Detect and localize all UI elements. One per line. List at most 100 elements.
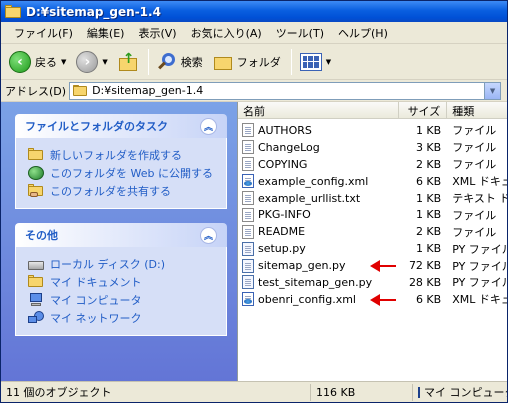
search-button[interactable]: 検索 [153, 47, 207, 77]
back-arrow-icon: ‹ [9, 50, 31, 73]
file-row[interactable]: ChangeLog 3 KB ファイル [238, 139, 507, 156]
file-row[interactable]: PKG-INFO 1 KB ファイル [238, 206, 507, 223]
file-row[interactable]: setup.py 1 KB PY ファイル [238, 240, 507, 257]
file-name-cell: README [238, 224, 399, 239]
toolbar: ‹ 戻る ▼ › ▼ ↑ 検索 フォルダ ▼ [1, 44, 507, 80]
panel-title: その他 [25, 229, 58, 242]
file-name-cell: setup.py [238, 241, 399, 256]
file-name-cell: example_config.xml [238, 174, 399, 189]
menu-view[interactable]: 表示(V) [131, 25, 183, 41]
file-folder-tasks-header[interactable]: ファイルとフォルダのタスク ︽ [15, 114, 227, 138]
views-button[interactable]: ▼ [296, 47, 335, 77]
folders-label: フォルダ [236, 55, 281, 69]
file-size: 3 KB [415, 140, 442, 154]
file-row[interactable]: AUTHORS 1 KB ファイル [238, 122, 507, 139]
python-file-icon [242, 275, 254, 290]
file-folder-tasks-panel: ファイルとフォルダのタスク ︽ 新しいフォルダを作成する このフォルダを Web… [15, 114, 227, 209]
file-row[interactable]: COPYING 2 KB ファイル [238, 156, 507, 173]
file-name-cell: test_sitemap_gen.py [238, 275, 399, 290]
text-file-icon [242, 224, 254, 239]
forward-arrow-icon: › [76, 50, 99, 73]
python-file-icon [242, 241, 254, 256]
task-label: このフォルダを共有する [50, 184, 171, 198]
annotation-arrow [370, 294, 396, 306]
text-file-icon [242, 140, 254, 155]
panel-title: ファイルとフォルダのタスク [25, 120, 168, 133]
place-my-network[interactable]: マイ ネットワーク [28, 309, 218, 326]
file-row[interactable]: README 2 KB ファイル [238, 223, 507, 240]
views-icon [299, 52, 322, 71]
other-places-header[interactable]: その他 ︽ [15, 223, 227, 247]
chevron-down-icon[interactable]: ▼ [61, 58, 66, 66]
python-file-icon [242, 258, 254, 273]
place-my-documents[interactable]: マイ ドキュメント [28, 273, 218, 290]
toolbar-separator [290, 48, 292, 75]
file-size: 28 KB [408, 275, 442, 289]
file-type: PY ファイル [452, 259, 507, 273]
address-input[interactable]: D:¥sitemap_gen-1.4 ▼ [69, 81, 502, 100]
file-name: example_urllist.txt [258, 191, 361, 205]
file-row[interactable]: example_urllist.txt 1 KB テキスト ドキュメント [238, 190, 507, 207]
task-publish-web[interactable]: このフォルダを Web に公開する [28, 164, 218, 181]
file-row[interactable]: test_sitemap_gen.py 28 KB PY ファイル [238, 274, 507, 291]
chevron-down-icon[interactable]: ▼ [102, 58, 107, 66]
menu-help[interactable]: ヘルプ(H) [331, 25, 395, 41]
status-bar: 11 個のオブジェクト 116 KB マイ コンピュータ [1, 381, 507, 402]
computer-icon [28, 292, 44, 307]
file-name-cell: COPYING [238, 157, 399, 172]
file-size: 1 KB [415, 191, 442, 205]
collapse-icon[interactable]: ︽ [200, 226, 217, 244]
status-total-size: 116 KB [311, 383, 413, 401]
text-file-icon [242, 123, 254, 138]
menu-bar: ファイル(F) 編集(E) 表示(V) お気に入り(A) ツール(T) ヘルプ(… [1, 22, 507, 44]
up-folder-button[interactable]: ↑ [114, 47, 142, 77]
file-folder-tasks-body: 新しいフォルダを作成する このフォルダを Web に公開する このフォルダを共有… [15, 138, 227, 209]
place-my-computer[interactable]: マイ コンピュータ [28, 291, 218, 308]
address-bar: アドレス(D) D:¥sitemap_gen-1.4 ▼ [1, 80, 507, 102]
task-pane: ファイルとフォルダのタスク ︽ 新しいフォルダを作成する このフォルダを Web… [1, 102, 237, 381]
file-size: 1 KB [415, 123, 442, 137]
file-name-cell: AUTHORS [238, 123, 399, 138]
file-name: setup.py [258, 242, 306, 256]
text-file-icon [242, 191, 254, 205]
menu-edit[interactable]: 編集(E) [80, 25, 132, 41]
xml-file-icon [242, 292, 254, 307]
chevron-down-icon[interactable]: ▼ [326, 58, 331, 66]
file-row[interactable]: example_config.xml 6 KB XML ドキュメント [238, 173, 507, 190]
address-dropdown-button[interactable]: ▼ [484, 82, 501, 99]
other-places-body: ローカル ディスク (D:) マイ ドキュメント マイ コンピュータ マイ ネッ… [15, 247, 227, 336]
address-value: D:¥sitemap_gen-1.4 [92, 84, 204, 97]
file-name: ChangeLog [258, 140, 320, 154]
other-places-panel: その他 ︽ ローカル ディスク (D:) マイ ドキュメント マイ コンピュータ [15, 223, 227, 336]
column-header-size[interactable]: サイズ [399, 102, 448, 119]
task-label: このフォルダを Web に公開する [50, 166, 213, 180]
file-list: 名前 サイズ 種類 AUTHORS 1 KB ファイル ChangeLog 3 KB ファ… [237, 102, 507, 381]
file-type: PY ファイル [452, 242, 507, 256]
column-header-name[interactable]: 名前 [238, 102, 400, 119]
menu-favorites[interactable]: お気に入り(A) [184, 25, 269, 41]
file-name: README [258, 225, 306, 239]
column-header-type[interactable]: 種類 [447, 102, 507, 119]
drive-icon [28, 260, 44, 270]
file-list-header: 名前 サイズ 種類 [238, 102, 507, 119]
forward-button[interactable]: › ▼ [72, 47, 111, 77]
file-size: 6 KB [415, 292, 442, 306]
place-local-disk[interactable]: ローカル ディスク (D:) [28, 255, 218, 272]
menu-file[interactable]: ファイル(F) [7, 25, 80, 41]
status-zone-label: マイ コンピュータ [424, 386, 507, 399]
task-new-folder[interactable]: 新しいフォルダを作成する [28, 146, 218, 163]
file-size: 6 KB [415, 174, 442, 188]
search-icon [157, 52, 177, 72]
window-title: D:¥sitemap_gen-1.4 [26, 4, 161, 19]
file-size: 2 KB [415, 225, 442, 239]
menu-tools[interactable]: ツール(T) [269, 25, 331, 41]
share-folder-icon [28, 183, 44, 198]
back-button[interactable]: ‹ 戻る ▼ [5, 47, 70, 77]
title-bar[interactable]: D:¥sitemap_gen-1.4 [1, 1, 507, 22]
computer-icon [418, 386, 420, 398]
folder-icon [73, 85, 88, 96]
place-label: マイ ネットワーク [50, 311, 142, 325]
collapse-icon[interactable]: ︽ [200, 117, 217, 135]
task-share-folder[interactable]: このフォルダを共有する [28, 182, 218, 199]
folders-button[interactable]: フォルダ [209, 47, 285, 77]
